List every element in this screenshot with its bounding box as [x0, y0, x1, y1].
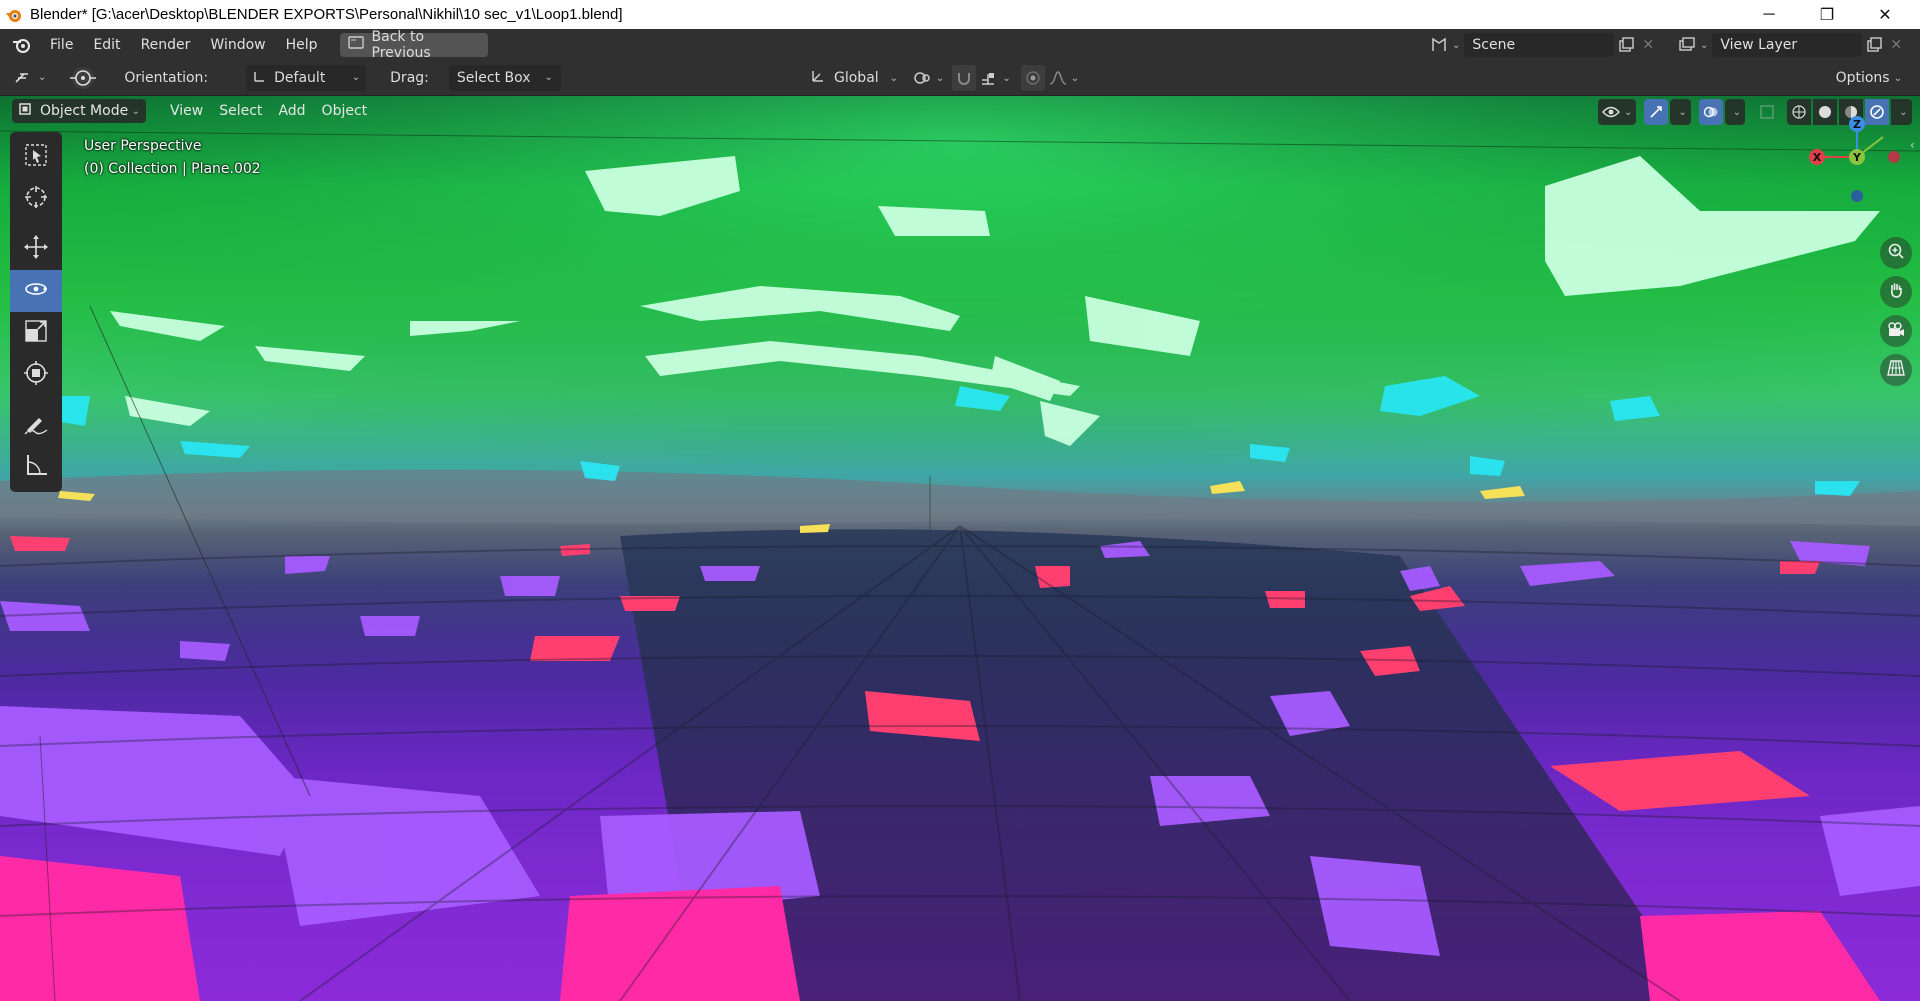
pan-view-button[interactable] [1880, 276, 1912, 308]
orientation-dropdown[interactable]: Default ⌄ [246, 64, 367, 91]
select-box-icon [23, 142, 49, 172]
camera-icon [1886, 320, 1906, 342]
viewport-render-scene [0, 96, 1920, 1001]
xray-toggle-icon[interactable] [1755, 99, 1779, 125]
drag-label: Drag: [390, 69, 429, 86]
top-menubar: File Edit Render Window Help Back to Pre… [0, 29, 1920, 61]
move-icon [23, 234, 49, 264]
hand-icon [1887, 281, 1905, 303]
menu-file[interactable]: File [40, 29, 83, 60]
screen-icon [347, 35, 364, 54]
viewport-menu-view[interactable]: View [162, 103, 211, 119]
snap-target-icon[interactable]: ⌄ [976, 65, 1014, 91]
gizmo-x-axis[interactable]: X [1809, 149, 1825, 165]
grid-perspective-icon [1887, 359, 1905, 381]
proportional-editing-icon[interactable] [1020, 65, 1045, 91]
orientation-label: Orientation: [124, 69, 209, 86]
scene-selector-icon[interactable]: ⌄ [1426, 32, 1464, 58]
tool-move[interactable] [10, 228, 62, 270]
minimize-button[interactable]: ─ [1740, 0, 1798, 29]
new-view-layer-icon[interactable] [1862, 32, 1886, 58]
gizmo-neg-x-axis[interactable] [1888, 151, 1900, 163]
blender-logo-icon [4, 5, 24, 25]
annotate-icon [23, 410, 49, 440]
tool-cursor[interactable] [10, 178, 62, 220]
viewport-header: Object Mode ⌄ View Select Add Object ⌄ ⌄… [0, 96, 1920, 126]
navigation-gizmo[interactable]: Z X Y [1800, 116, 1910, 226]
close-button[interactable]: ✕ [1856, 0, 1914, 29]
drag-value: Select Box [456, 69, 531, 86]
tool-select-box[interactable] [10, 136, 62, 178]
viewport-menu-select[interactable]: Select [211, 103, 270, 119]
view-layer-selector-icon[interactable]: ⌄ [1674, 32, 1712, 58]
object-mode-value: Object Mode [40, 103, 129, 119]
menu-window[interactable]: Window [200, 29, 275, 60]
gizmo-neg-z-axis[interactable] [1851, 190, 1863, 202]
delete-view-layer-icon[interactable]: ✕ [1886, 32, 1906, 58]
object-mode-icon [18, 102, 32, 120]
proportional-falloff-icon[interactable]: ⌄ [1045, 65, 1083, 91]
transform-icon [23, 360, 49, 390]
scene-name: Scene [1472, 37, 1516, 53]
back-to-previous-label: Back to Previous [371, 28, 431, 61]
gizmo-toggle-icon[interactable] [1644, 99, 1669, 125]
window-titlebar: Blender* [G:\acer\Desktop\BLENDER EXPORT… [0, 0, 1920, 29]
active-tool-icon[interactable] [64, 65, 102, 91]
scale-icon [23, 318, 49, 348]
tool-scale[interactable] [10, 312, 62, 354]
gizmo-y-axis[interactable]: Y [1849, 149, 1865, 165]
view-layer-name-field[interactable]: View Layer [1712, 33, 1863, 57]
pivot-point-icon[interactable]: ⌄ [908, 65, 948, 91]
tool-rotate[interactable] [10, 270, 62, 312]
orientation-default-icon [252, 69, 266, 87]
tool-transform[interactable] [10, 354, 62, 396]
measure-icon [23, 452, 49, 482]
snap-toggle-icon[interactable] [952, 65, 977, 91]
back-to-previous-button[interactable]: Back to Previous [339, 29, 488, 61]
orientation-value: Default [274, 69, 326, 86]
delete-scene-icon[interactable]: ✕ [1638, 32, 1658, 58]
menu-edit[interactable]: Edit [83, 29, 130, 60]
tool-shelf [10, 132, 62, 492]
global-orientation-icon [810, 68, 826, 88]
new-scene-icon[interactable] [1614, 32, 1638, 58]
gizmo-z-axis[interactable]: Z [1849, 116, 1865, 132]
zoom-view-button[interactable] [1880, 237, 1912, 269]
camera-view-button[interactable] [1880, 315, 1912, 347]
toggle-ortho-button[interactable] [1880, 354, 1912, 386]
blender-menu-icon[interactable] [0, 29, 40, 60]
tool-annotate[interactable] [10, 404, 62, 446]
sidebar-toggle-icon[interactable]: ‹ [1910, 138, 1920, 158]
window-title: Blender* [G:\acer\Desktop\BLENDER EXPORT… [30, 6, 623, 23]
gizmo-options-icon[interactable]: ⌄ [1670, 99, 1691, 125]
editor-type-icon[interactable]: ⌄ [10, 65, 50, 91]
tool-measure[interactable] [10, 446, 62, 488]
viewport-menu-add[interactable]: Add [270, 103, 313, 119]
overlays-toggle-icon[interactable] [1698, 99, 1723, 125]
menu-render[interactable]: Render [131, 29, 201, 60]
view-layer-name: View Layer [1720, 37, 1798, 53]
rotate-icon [23, 276, 49, 306]
object-mode-dropdown[interactable]: Object Mode ⌄ [12, 99, 146, 123]
visibility-icon[interactable]: ⌄ [1598, 99, 1637, 125]
3d-viewport[interactable]: Object Mode ⌄ View Select Add Object ⌄ ⌄… [0, 96, 1920, 1001]
zoom-icon [1887, 242, 1905, 264]
options-label: Options [1835, 70, 1890, 86]
overlays-options-icon[interactable]: ⌄ [1724, 99, 1746, 125]
tool-settings-header: ⌄ Orientation: Default ⌄ Drag: Select Bo… [0, 60, 1920, 96]
view-perspective-label: User Perspective [84, 138, 202, 154]
drag-dropdown[interactable]: Select Box ⌄ [448, 64, 561, 91]
transform-orientation-value: Global [834, 70, 879, 86]
transform-orientation-dropdown[interactable]: Global ⌄ [806, 65, 902, 91]
cursor-icon [23, 184, 49, 214]
active-collection-label: (0) Collection | Plane.002 [84, 161, 261, 177]
maximize-button[interactable]: ❐ [1798, 0, 1856, 29]
viewport-menu-object[interactable]: Object [314, 103, 376, 119]
scene-name-field[interactable]: Scene [1464, 33, 1615, 57]
menu-help[interactable]: Help [276, 29, 328, 60]
options-dropdown[interactable]: Options ⌄ [1828, 65, 1910, 91]
